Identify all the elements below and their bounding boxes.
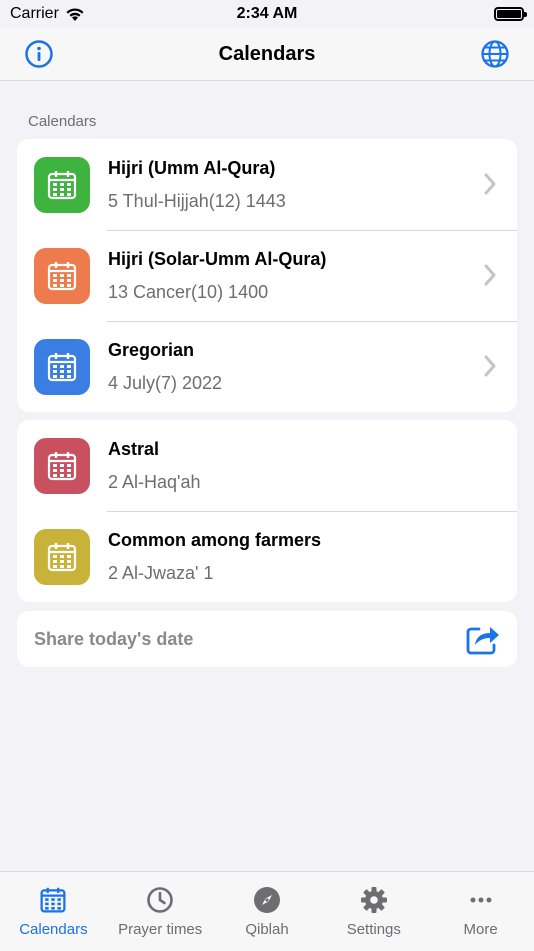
calendar-icon bbox=[34, 247, 90, 304]
chevron-right-icon bbox=[484, 264, 496, 286]
tab-more[interactable]: More bbox=[427, 872, 534, 951]
calendar-date: 13 Cancer(10) 1400 bbox=[108, 281, 269, 302]
status-bar: Carrier 2:34 AM bbox=[0, 0, 534, 28]
calendar-date: 4 July(7) 2022 bbox=[108, 372, 223, 393]
calendar-date: 2 Al-Haq'ah bbox=[108, 471, 201, 492]
calendar-row-gregorian[interactable]: Gregorian 4 July(7) 2022 bbox=[17, 321, 517, 412]
chevron-right-icon bbox=[484, 355, 496, 377]
battery-icon bbox=[494, 7, 527, 21]
more-icon bbox=[470, 897, 492, 903]
share-icon bbox=[466, 627, 499, 655]
tab-label: More bbox=[463, 921, 498, 938]
calendar-date: 5 Thul-Hijjah(12) 1443 bbox=[108, 190, 286, 211]
tab-qiblah[interactable]: Qiblah bbox=[214, 872, 321, 951]
tab-calendars[interactable]: Calendars bbox=[0, 872, 107, 951]
calendar-title: Hijri (Solar-Umm Al-Qura) bbox=[108, 248, 327, 269]
page-title: Calendars bbox=[218, 42, 316, 65]
calendar-list-primary: Hijri (Umm Al-Qura) 5 Thul-Hijjah(12) 14… bbox=[17, 139, 517, 412]
tab-label: Prayer times bbox=[118, 921, 203, 938]
calendar-icon bbox=[40, 887, 66, 913]
calendar-row-hijri[interactable]: Hijri (Umm Al-Qura) 5 Thul-Hijjah(12) 14… bbox=[17, 139, 517, 230]
tab-label: Settings bbox=[346, 921, 401, 938]
calendar-title: Common among farmers bbox=[108, 529, 322, 550]
globe-icon bbox=[481, 40, 509, 68]
gear-icon bbox=[360, 887, 387, 913]
section-header: Calendars bbox=[28, 113, 97, 130]
status-time: 2:34 AM bbox=[236, 5, 298, 22]
calendar-date: 2 Al-Jwaza' 1 bbox=[108, 562, 214, 583]
share-date-button[interactable]: Share today's date bbox=[17, 611, 517, 667]
calendar-title: Gregorian bbox=[108, 339, 195, 360]
tab-bar: Calendars Prayer times Qiblah Settings M… bbox=[0, 871, 534, 951]
calendar-icon bbox=[34, 528, 90, 585]
tab-label: Calendars bbox=[19, 921, 88, 938]
chevron-right-icon bbox=[484, 173, 496, 195]
calendar-row-hijri-solar[interactable]: Hijri (Solar-Umm Al-Qura) 13 Cancer(10) … bbox=[17, 230, 517, 321]
info-icon bbox=[25, 40, 53, 68]
calendar-list-secondary: Astral 2 Al-Haq'ah Common among farmers … bbox=[17, 420, 517, 602]
calendar-row-farmers[interactable]: Common among farmers 2 Al-Jwaza' 1 bbox=[17, 511, 517, 602]
calendar-icon bbox=[34, 156, 90, 213]
info-button[interactable] bbox=[23, 38, 55, 70]
share-label: Share today's date bbox=[34, 628, 194, 649]
calendar-row-astral[interactable]: Astral 2 Al-Haq'ah bbox=[17, 420, 517, 511]
navigation-bar: Calendars bbox=[0, 28, 534, 81]
compass-icon bbox=[253, 887, 280, 913]
calendar-title: Astral bbox=[108, 438, 160, 459]
calendar-icon bbox=[34, 338, 90, 395]
clock-icon bbox=[147, 887, 173, 913]
language-button[interactable] bbox=[479, 38, 511, 70]
tab-prayer-times[interactable]: Prayer times bbox=[107, 872, 214, 951]
tab-settings[interactable]: Settings bbox=[320, 872, 427, 951]
tab-label: Qiblah bbox=[245, 921, 289, 938]
calendar-icon bbox=[34, 437, 90, 494]
calendar-title: Hijri (Umm Al-Qura) bbox=[108, 157, 276, 178]
